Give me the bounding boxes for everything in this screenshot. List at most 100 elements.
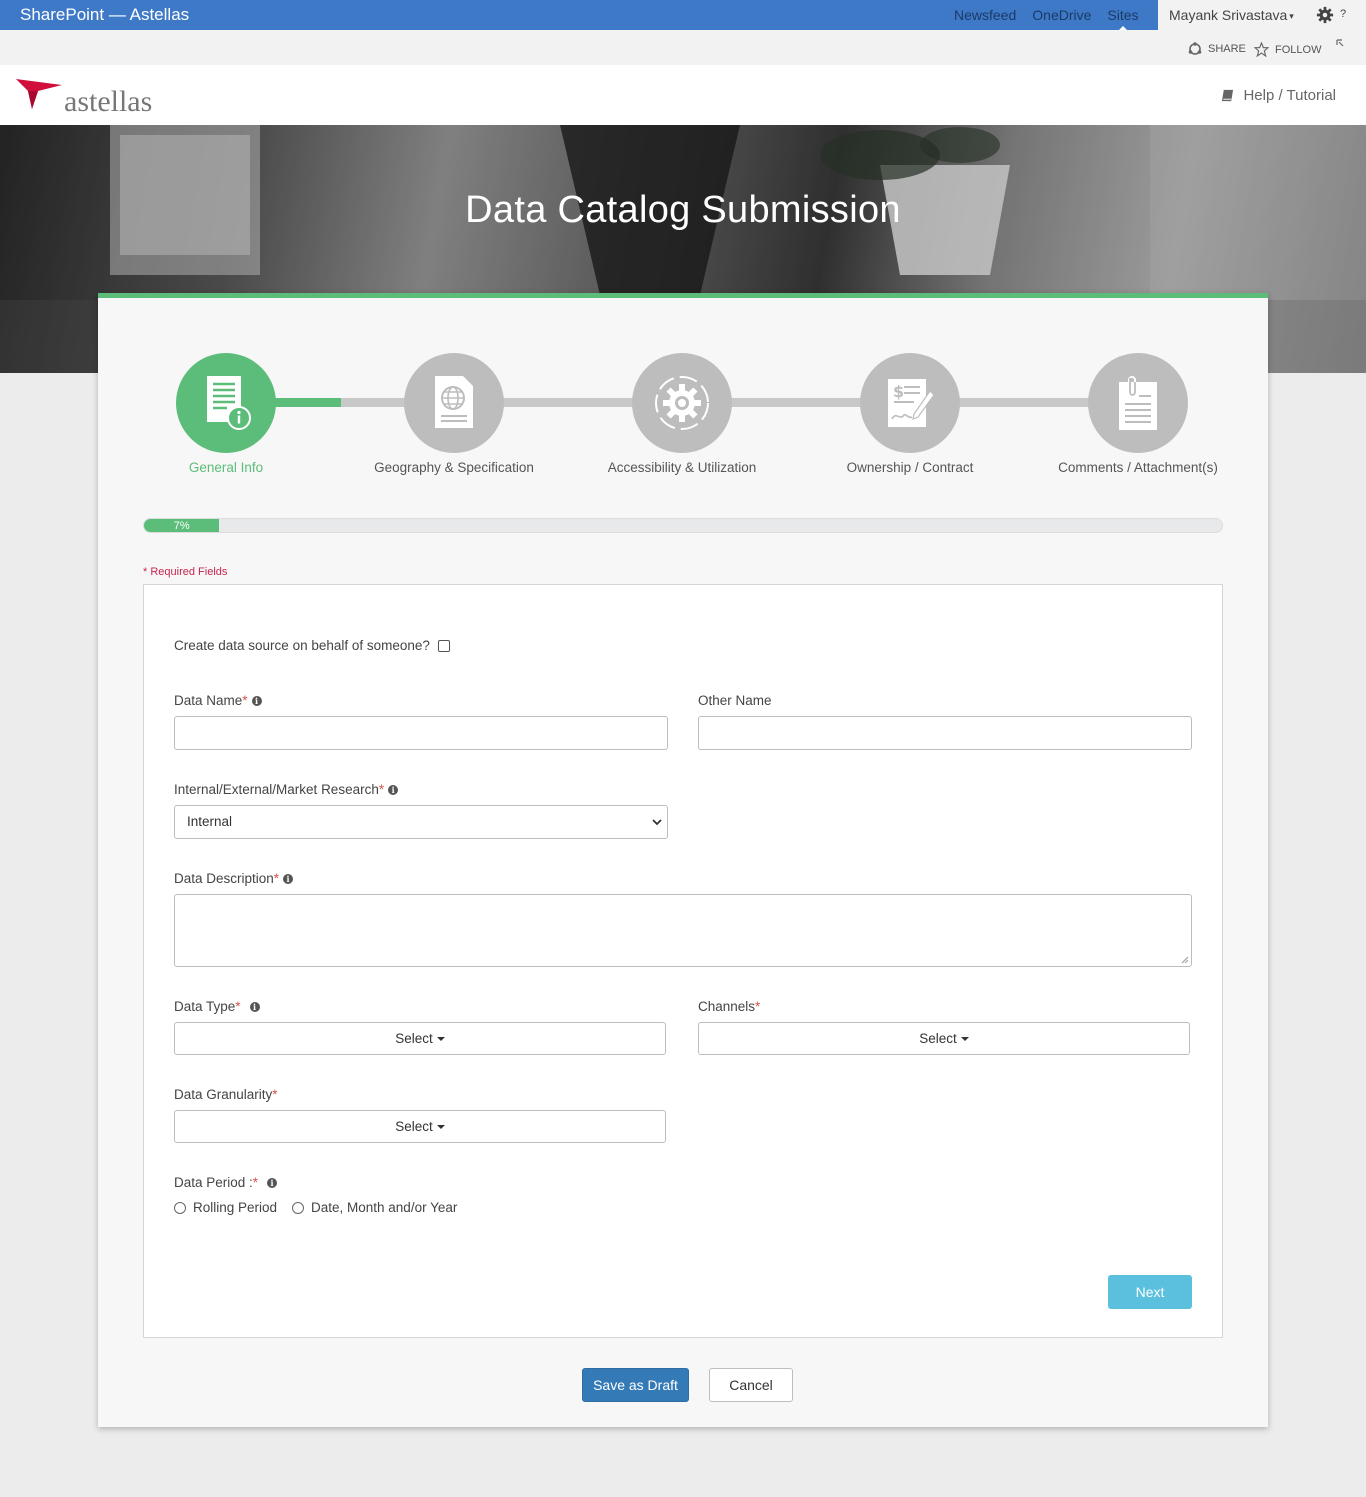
site-header: astellas Help / Tutorial (0, 65, 1366, 125)
settings-area: ? (1308, 0, 1366, 30)
share-icon (1188, 42, 1202, 55)
step-label-general-info[interactable]: General Info (116, 460, 336, 475)
period-label: Data Period : (174, 1175, 253, 1190)
suite-link-newsfeed[interactable]: Newsfeed (946, 0, 1024, 30)
step-label-ownership[interactable]: Ownership / Contract (800, 460, 1020, 475)
gear-cycle-icon (655, 376, 709, 430)
period-option-date: Date, Month and/or Year (311, 1200, 458, 1215)
svg-text:$: $ (893, 382, 904, 401)
other-name-label: Other Name (698, 693, 772, 708)
internal-select-value: Internal (187, 814, 233, 829)
data-type-select-text: Select (395, 1031, 433, 1046)
info-icon[interactable]: i (267, 1177, 278, 1188)
star-icon (1254, 42, 1269, 57)
caret-down-icon (436, 1125, 445, 1129)
step-label-geography[interactable]: Geography & Specification (344, 460, 564, 475)
suite-title[interactable]: SharePoint — Astellas (20, 5, 189, 25)
progress-bar: 7% (143, 518, 1223, 533)
description-label: Data Description (174, 871, 274, 886)
channels-multiselect[interactable]: Select (698, 1022, 1190, 1055)
astellas-logo[interactable]: astellas (16, 71, 166, 121)
internal-select[interactable]: Internal (174, 805, 668, 839)
info-icon[interactable]: i (251, 695, 262, 706)
progress-fill: 7% (144, 519, 220, 532)
step-general-info[interactable] (176, 353, 276, 453)
period-radio-date[interactable]: Date, Month and/or Year (292, 1200, 457, 1215)
general-info-form: Create data source on behalf of someone?… (143, 584, 1223, 1338)
next-button[interactable]: Next (1108, 1275, 1192, 1309)
document-info-icon (207, 376, 251, 430)
book-icon (1222, 89, 1234, 102)
suite-link-onedrive[interactable]: OneDrive (1024, 0, 1099, 30)
behalf-row: Create data source on behalf of someone? (174, 638, 450, 653)
radio-button[interactable] (292, 1201, 304, 1214)
cancel-button[interactable]: Cancel (709, 1368, 793, 1402)
chevron-down-icon (652, 819, 662, 826)
period-radio-rolling[interactable]: Rolling Period (174, 1200, 277, 1215)
globe-document-icon (435, 376, 473, 428)
form-card: General Info Geography & Specification A… (98, 293, 1268, 1427)
channels-select-text: Select (919, 1031, 957, 1046)
period-label-row: Data Period : * i (174, 1175, 278, 1190)
internal-label: Internal/External/Market Research (174, 782, 379, 797)
gear-icon[interactable] (1316, 6, 1334, 24)
description-label-row: Data Description * i (174, 871, 294, 886)
channels-label: Channels (698, 999, 756, 1014)
clipboard-attachment-icon (1119, 376, 1157, 430)
step-ownership[interactable]: $ (860, 353, 960, 453)
step-comments[interactable] (1088, 353, 1188, 453)
follow-button[interactable]: FOLLOW (1254, 42, 1321, 57)
page-title: Data Catalog Submission (465, 189, 901, 231)
save-draft-button[interactable]: Save as Draft (582, 1368, 689, 1402)
granularity-multiselect[interactable]: Select (174, 1110, 666, 1143)
help-icon[interactable]: ? (1340, 8, 1346, 20)
info-icon[interactable]: i (249, 1001, 260, 1012)
granularity-label-row: Data Granularity * (174, 1087, 278, 1102)
internal-label-row: Internal/External/Market Research * i (174, 782, 399, 797)
other-name-input[interactable] (698, 716, 1192, 750)
help-tutorial-link[interactable]: Help / Tutorial (1221, 87, 1336, 104)
share-label: SHARE (1208, 43, 1246, 55)
period-option-rolling: Rolling Period (193, 1200, 278, 1215)
caret-down-icon: ▾ (1289, 11, 1294, 21)
description-textarea[interactable] (174, 894, 1192, 967)
radio-button[interactable] (174, 1201, 186, 1214)
focus-content-button[interactable] (1336, 39, 1354, 51)
data-name-input[interactable] (174, 716, 668, 750)
required-fields-label: Required Fields (150, 566, 228, 578)
behalf-checkbox[interactable] (437, 639, 450, 652)
suite-link-sites[interactable]: Sites (1099, 0, 1146, 30)
behalf-label: Create data source on behalf of someone? (174, 638, 430, 653)
step-geography[interactable] (404, 353, 504, 453)
suite-links: Newsfeed OneDrive Sites (946, 0, 1147, 30)
caret-down-icon (960, 1037, 969, 1041)
data-type-label: Data Type (174, 999, 236, 1014)
follow-label: FOLLOW (1275, 43, 1322, 56)
other-name-label-row: Other Name (698, 693, 772, 708)
astellas-star-icon (16, 79, 62, 109)
suite-bar: SharePoint — Astellas Newsfeed OneDrive … (0, 0, 1366, 30)
data-type-multiselect[interactable]: Select (174, 1022, 666, 1055)
resize-grip-icon[interactable] (1181, 956, 1189, 964)
step-label-accessibility[interactable]: Accessibility & Utilization (572, 460, 792, 475)
channels-label-row: Channels * (698, 999, 761, 1014)
data-type-label-row: Data Type * i (174, 999, 260, 1014)
required-fields-note: * Required Fields (143, 566, 228, 578)
granularity-label: Data Granularity (174, 1087, 273, 1102)
step-accessibility[interactable] (632, 353, 732, 453)
contract-signature-icon: $ (888, 379, 935, 427)
share-button[interactable]: SHARE (1188, 42, 1246, 56)
logo-text: astellas (64, 85, 153, 118)
granularity-select-text: Select (395, 1119, 433, 1134)
user-menu[interactable]: Mayank Srivastava ▾ (1158, 0, 1308, 30)
info-icon[interactable]: i (283, 873, 294, 884)
data-name-label-row: Data Name * i (174, 693, 262, 708)
step-label-comments[interactable]: Comments / Attachment(s) (1028, 460, 1248, 475)
ribbon: SHARE FOLLOW (0, 30, 1366, 65)
caret-down-icon (436, 1037, 445, 1041)
info-icon[interactable]: i (388, 784, 399, 795)
focus-icon (1336, 39, 1344, 47)
data-name-label: Data Name (174, 693, 243, 708)
help-tutorial-label: Help / Tutorial (1243, 87, 1336, 104)
user-name: Mayank Srivastava (1169, 7, 1288, 23)
